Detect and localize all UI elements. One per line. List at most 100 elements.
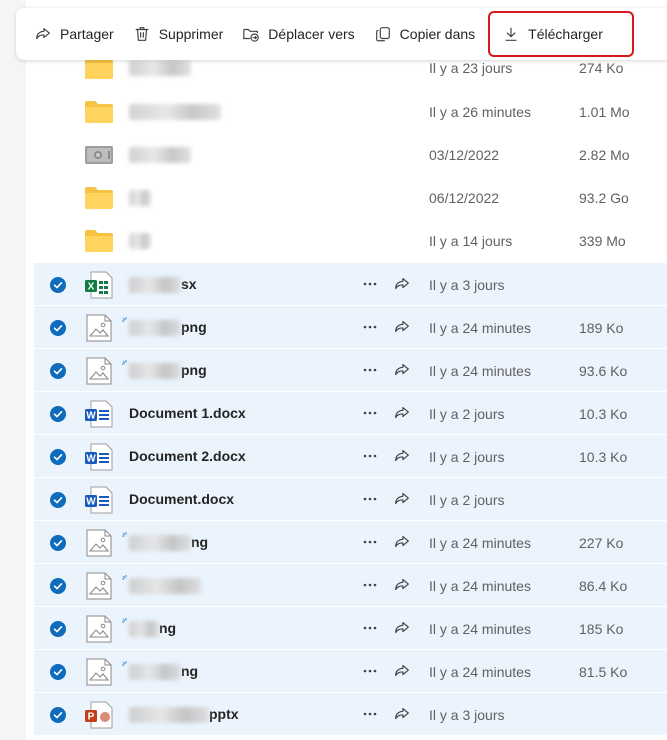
row-share-button[interactable] [392,661,412,681]
file-row-selected[interactable]: Xsx Il y a 3 jours [34,262,667,305]
modified-date: Il y a 26 minutes [429,104,531,120]
modified-date: 06/12/2022 [429,190,500,206]
folder-icon [84,98,114,126]
file-row-selected[interactable]: Il y a 24 minutes 86.4 Ko [34,563,667,606]
share-icon [393,404,411,422]
row-share-button[interactable] [392,489,412,509]
file-name[interactable]: sx [129,276,197,294]
row-share-button[interactable] [392,532,412,552]
file-row[interactable]: Il y a 14 jours 339 Mo [34,219,667,262]
checkmark-icon[interactable] [50,406,66,422]
modified-date: Il y a 24 minutes [429,578,531,594]
word-icon: W [84,443,114,471]
file-row-selected[interactable]: png Il y a 24 minutes 189 Ko [34,305,667,348]
file-name[interactable] [129,59,191,77]
file-row-selected[interactable]: ng Il y a 24 minutes 81.5 Ko [34,649,667,692]
file-name[interactable] [129,146,191,164]
modified-date: Il y a 2 jours [429,449,505,465]
row-share-button[interactable] [392,704,412,724]
file-row-selected[interactable]: W Document 1.docx Il y a 2 jours 10.3 Ko [34,391,667,434]
share-button[interactable]: Partager [26,14,122,54]
delete-button[interactable]: Supprimer [125,14,232,54]
file-name[interactable]: pptx [129,706,239,724]
excel-icon: X [84,271,114,299]
file-name[interactable]: Document 1.docx [129,405,246,421]
file-name[interactable]: png [129,319,207,337]
more-icon [362,319,378,335]
checkmark-icon[interactable] [50,449,66,465]
row-share-button[interactable] [392,446,412,466]
file-name[interactable]: ng [129,663,198,681]
copy-to-button[interactable]: Copier dans [366,14,484,54]
share-icon [393,662,411,680]
file-name[interactable] [129,232,151,250]
file-row-selected[interactable]: Ppptx Il y a 3 jours [34,692,667,735]
file-size: 10.3 Ko [579,449,628,465]
row-share-button[interactable] [392,618,412,638]
checkmark-icon[interactable] [50,277,66,293]
more-actions-button[interactable] [360,575,380,595]
more-actions-button[interactable] [360,360,380,380]
file-row[interactable]: 03/12/2022 2.82 Mo [34,133,667,176]
checkmark-icon[interactable] [50,664,66,680]
move-to-label: Déplacer vers [268,26,355,42]
file-size: 189 Ko [579,320,624,336]
checkmark-icon[interactable] [50,535,66,551]
modified-date: Il y a 2 jours [429,406,505,422]
checkmark-icon[interactable] [50,578,66,594]
file-row-selected[interactable]: ng Il y a 24 minutes 227 Ko [34,520,667,563]
download-button[interactable]: Télécharger [488,11,635,57]
file-name[interactable]: ng [129,620,176,638]
row-share-button[interactable] [392,317,412,337]
file-name[interactable]: Document 2.docx [129,448,246,464]
more-actions-button[interactable] [360,317,380,337]
image-icon [84,658,114,686]
more-actions-button[interactable] [360,403,380,423]
file-name[interactable]: png [129,362,207,380]
more-actions-button[interactable] [360,274,380,294]
file-row[interactable]: Il y a 26 minutes 1.01 Mo [34,90,667,133]
more-actions-button[interactable] [360,446,380,466]
checkmark-icon[interactable] [50,320,66,336]
file-name[interactable] [129,577,201,595]
file-row-selected[interactable]: ng Il y a 24 minutes 185 Ko [34,606,667,649]
image-icon [84,529,114,557]
file-row[interactable]: 06/12/2022 93.2 Go [34,176,667,219]
row-share-button[interactable] [392,575,412,595]
file-name[interactable]: ng [129,534,208,552]
file-row-selected[interactable]: W Document 2.docx Il y a 2 jours 10.3 Ko [34,434,667,477]
move-to-button[interactable]: Déplacer vers [234,14,362,54]
file-name[interactable] [129,103,221,121]
row-share-button[interactable] [392,403,412,423]
file-row-selected[interactable]: W Document.docx Il y a 2 jours [34,477,667,520]
more-actions-button[interactable] [360,532,380,552]
row-share-button[interactable] [392,360,412,380]
more-actions-button[interactable] [360,661,380,681]
more-actions-button[interactable] [360,618,380,638]
file-size: 10.3 Ko [579,406,628,422]
file-size: 339 Mo [579,233,626,249]
image-icon [84,615,114,643]
more-icon [362,663,378,679]
checkmark-icon[interactable] [50,707,66,723]
svg-text:W: W [86,454,96,465]
modified-date: Il y a 23 jours [429,60,513,76]
modified-date: Il y a 3 jours [429,707,505,723]
checkmark-icon[interactable] [50,621,66,637]
more-actions-button[interactable] [360,489,380,509]
file-name[interactable] [129,189,151,207]
row-share-button[interactable] [392,274,412,294]
redacted-name [129,707,209,724]
file-size: 81.5 Ko [579,664,628,680]
checkmark-icon[interactable] [50,492,66,508]
redacted-name [129,190,151,207]
more-icon [362,491,378,507]
trash-icon [135,27,149,41]
file-row-selected[interactable]: png Il y a 24 minutes 93.6 Ko [34,348,667,391]
svg-text:W: W [86,411,96,422]
file-name[interactable]: Document.docx [129,491,234,507]
svg-text:X: X [88,282,95,293]
checkmark-icon[interactable] [50,363,66,379]
redacted-name [129,621,159,638]
more-actions-button[interactable] [360,704,380,724]
